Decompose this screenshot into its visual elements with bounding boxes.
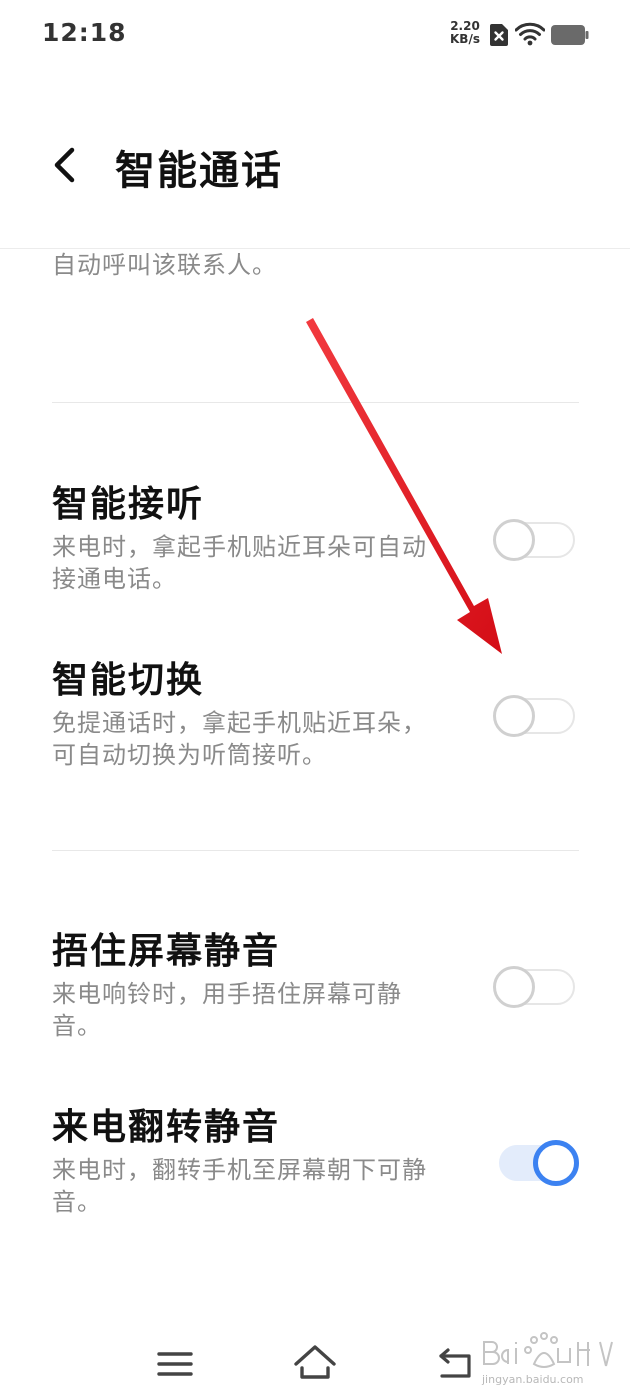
menu-icon[interactable] [155,1348,195,1380]
setting-item-description: 来电时，翻转手机至屏幕朝下可静音。 [52,1156,427,1216]
status-time: 12:18 [42,18,127,47]
flip-mute-toggle[interactable] [493,1140,579,1186]
setting-item-smart-dial[interactable]: 在联系人详情、信息会话、通话记录详情界面拿起手机贴近耳朵，可自动呼叫该联系人。 [0,249,630,335]
sim-card-icon [490,24,508,46]
cover-mute-toggle[interactable] [493,966,579,1008]
section-divider [52,402,579,403]
back-icon[interactable] [40,140,90,190]
baidu-watermark-logo [483,1332,613,1368]
battery-icon [551,25,589,45]
setting-item-cover-mute[interactable]: 捂住屏幕静音 来电响铃时，用手捂住屏幕可静音。 [0,922,630,1052]
settings-list[interactable]: 在联系人详情、信息会话、通话记录详情界面拿起手机贴近耳朵，可自动呼叫该联系人。 … [0,249,630,1320]
section-divider [52,850,579,851]
setting-item-description: 免提通话时，拿起手机贴近耳朵，可自动切换为听筒接听。 [52,709,427,769]
smart-switch-toggle[interactable] [493,695,579,737]
network-speed: 2.20 KB/s [447,20,483,46]
watermark-text: jingyan.baidu.com [482,1373,584,1386]
return-icon[interactable] [436,1346,476,1380]
smart-answer-toggle[interactable] [493,519,579,561]
wifi-icon [515,22,545,46]
setting-item-title: 来电翻转静音 [52,1107,281,1148]
setting-item-title: 捂住屏幕静音 [52,931,281,972]
status-bar: 12:18 2.20 KB/s [0,0,630,70]
setting-item-description: 来电响铃时，用手捂住屏幕可静音。 [52,980,402,1040]
setting-item-title: 智能接听 [52,484,205,525]
setting-item-title: 智能切换 [52,660,205,701]
setting-item-description: 来电时，拿起手机贴近耳朵可自动接通电话。 [52,533,427,593]
setting-item-flip-mute[interactable]: 来电翻转静音 来电时，翻转手机至屏幕朝下可静音。 [0,1098,630,1228]
setting-item-smart-switch[interactable]: 智能切换 免提通话时，拿起手机贴近耳朵，可自动切换为听筒接听。 [0,651,630,781]
home-icon[interactable] [292,1342,338,1382]
setting-item-smart-answer[interactable]: 智能接听 来电时，拿起手机贴近耳朵可自动接通电话。 [0,475,630,605]
page-title: 智能通话 [115,148,283,194]
network-speed-unit: KB/s [450,32,480,46]
setting-item-description: 在联系人详情、信息会话、通话记录详情界面拿起手机贴近耳朵，可自动呼叫该联系人。 [52,251,277,279]
